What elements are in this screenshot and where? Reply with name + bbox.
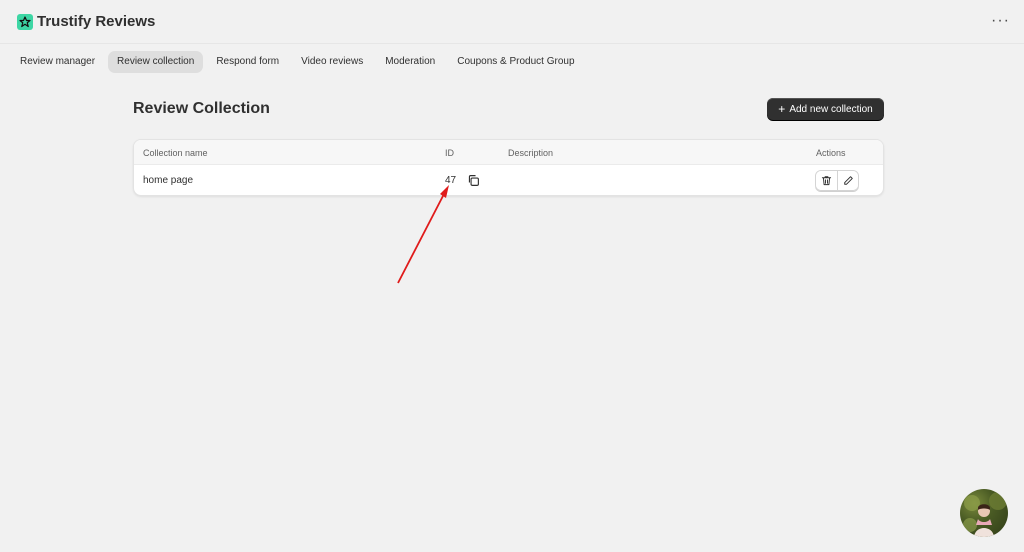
tab-review-manager[interactable]: Review manager <box>11 51 104 73</box>
page-title: Review Collection <box>133 100 270 117</box>
tab-bar: Review manager Review collection Respond… <box>11 51 584 73</box>
tab-video-reviews[interactable]: Video reviews <box>292 51 372 73</box>
add-collection-button[interactable]: + Add new collection <box>767 98 884 120</box>
col-description: Description <box>508 148 554 158</box>
trash-icon <box>821 176 832 186</box>
tab-review-collection[interactable]: Review collection <box>108 51 204 73</box>
avatar[interactable] <box>960 489 1008 537</box>
col-actions: Actions <box>816 148 846 158</box>
table-header: Collection name ID Description Actions <box>134 140 883 165</box>
tab-moderation[interactable]: Moderation <box>376 51 444 73</box>
pencil-icon <box>843 176 853 185</box>
plus-icon: + <box>778 102 786 116</box>
col-id: ID <box>445 148 454 158</box>
row-actions <box>815 170 859 191</box>
collections-table: Collection name ID Description Actions h… <box>133 139 884 196</box>
tab-coupons-product-group[interactable]: Coupons & Product Group <box>448 51 583 73</box>
table-row: home page 47 <box>134 165 883 195</box>
copy-icon[interactable] <box>467 174 480 190</box>
edit-button[interactable] <box>837 171 858 190</box>
collection-id: 47 <box>445 175 457 186</box>
col-collection-name: Collection name <box>143 148 208 158</box>
app-title: Trustify Reviews <box>37 13 156 30</box>
star-logo-icon <box>17 13 33 30</box>
top-bar: Trustify Reviews ··· <box>0 0 1024 44</box>
add-collection-label: Add new collection <box>789 103 873 115</box>
delete-button[interactable] <box>816 171 837 190</box>
tab-respond-form[interactable]: Respond form <box>207 51 288 73</box>
annotation-arrow <box>397 185 449 284</box>
more-icon[interactable]: ··· <box>991 13 1010 29</box>
collection-name: home page <box>143 175 194 186</box>
